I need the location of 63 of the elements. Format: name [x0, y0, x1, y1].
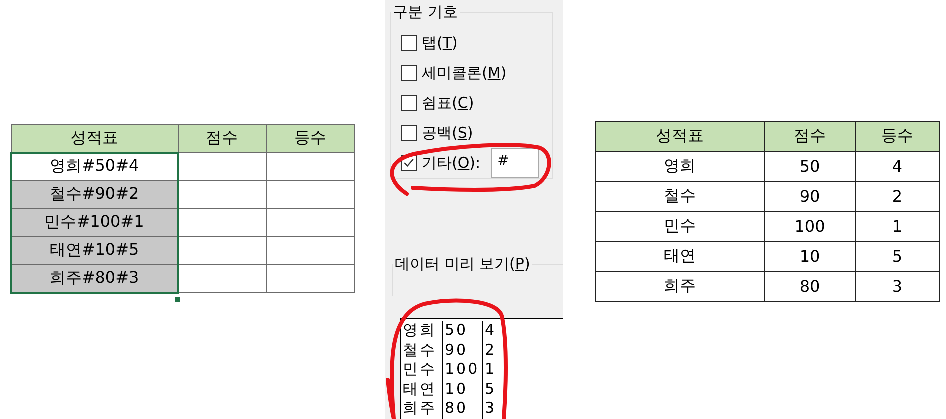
table-cell: 50: [764, 152, 856, 182]
checkbox[interactable]: [401, 125, 417, 141]
table-cell: 90: [764, 182, 856, 212]
preview-cell-text: 5: [484, 380, 497, 399]
table-cell[interactable]: [178, 236, 266, 264]
table-cell[interactable]: [178, 152, 266, 180]
table-cell[interactable]: [178, 208, 266, 236]
preview-cell: 희주: [401, 399, 443, 418]
table-cell: 2: [856, 182, 940, 212]
preview-cell-text: 2: [484, 340, 497, 360]
fill-handle[interactable]: [174, 296, 181, 303]
checkbox[interactable]: [401, 95, 417, 111]
table-cell[interactable]: 철수#90#2: [11, 180, 178, 208]
table-cell: 5: [856, 242, 940, 272]
table-cell: 10: [764, 242, 856, 272]
preview-cell: 90: [443, 340, 483, 360]
preview-cell: 민수: [401, 360, 443, 380]
checkbox-label[interactable]: 탭(T): [422, 34, 458, 52]
table-cell[interactable]: [266, 264, 354, 292]
table-cell[interactable]: [266, 152, 354, 180]
table-cell[interactable]: [266, 208, 354, 236]
column-header: 성적표: [596, 122, 764, 152]
table-cell: 3: [856, 272, 940, 302]
preview-cell: 10: [443, 380, 483, 399]
preview-cell-text: 4: [484, 321, 497, 340]
preview-cell-text: 3: [484, 399, 497, 418]
checkbox-label[interactable]: 공백(S): [422, 124, 474, 142]
preview-cell: 태연: [401, 380, 443, 399]
table-cell: 80: [764, 272, 856, 302]
table-cell[interactable]: 희주#80#3: [11, 264, 178, 292]
table-cell[interactable]: 민수#100#1: [11, 208, 178, 236]
table-cell: 100: [764, 212, 856, 242]
input-field[interactable]: #: [490, 148, 539, 178]
table-cell[interactable]: [266, 236, 354, 264]
checkbox[interactable]: [401, 65, 417, 81]
checkbox-label[interactable]: 세미콜론(M): [422, 64, 507, 82]
table-cell: 1: [856, 212, 940, 242]
table-cell: 희주: [596, 272, 764, 302]
table-cell[interactable]: [266, 180, 354, 208]
table-cell: 태연: [596, 242, 764, 272]
checkbox[interactable]: [401, 35, 417, 51]
column-header: 점수: [178, 124, 266, 152]
preview-cell: 100: [443, 360, 483, 380]
column-header: 등수: [266, 124, 354, 152]
checkbox-label[interactable]: 쉼표(C): [422, 94, 474, 112]
preview-cell: 철수: [401, 340, 443, 360]
preview-cell: 80: [443, 399, 483, 418]
table-cell[interactable]: [178, 180, 266, 208]
checkbox-label[interactable]: 기타(O):: [422, 154, 481, 172]
table-cell[interactable]: [178, 264, 266, 292]
table-cell: 민수: [596, 212, 764, 242]
column-header: 성적표: [11, 124, 178, 152]
table-cell[interactable]: 태연#10#5: [11, 236, 178, 264]
preview-cell-text: 1: [484, 360, 497, 380]
group-title: 구분 기호: [392, 3, 459, 22]
preview-cell: 영희: [401, 321, 443, 340]
group-title: 데이터 미리 보기(P): [394, 255, 532, 274]
column-header: 점수: [764, 122, 856, 152]
table-cell: 철수: [596, 182, 764, 212]
table-cell: 4: [856, 152, 940, 182]
table-cell: 영희: [596, 152, 764, 182]
preview-cell: 50: [443, 321, 483, 340]
column-header: 등수: [856, 122, 940, 152]
